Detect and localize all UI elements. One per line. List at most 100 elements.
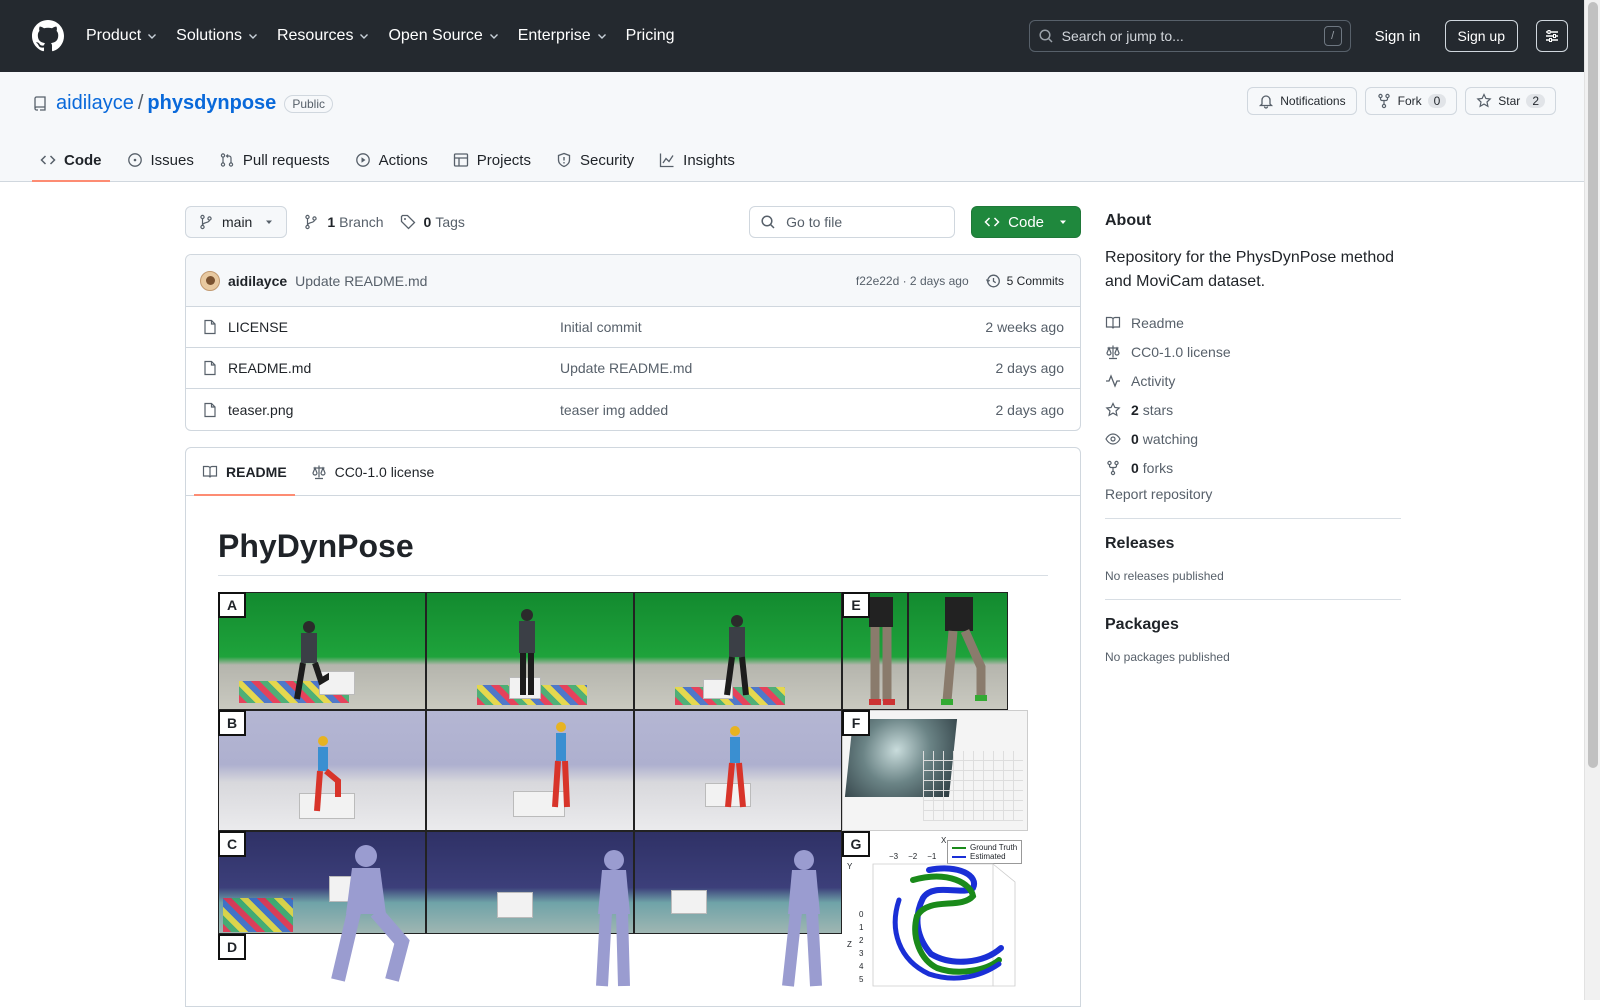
panel-label-g: G (842, 831, 870, 857)
nav-open-source[interactable]: Open Source (388, 27, 499, 45)
repo-name-link[interactable]: physdynpose (147, 92, 276, 115)
readme-body: PhyDynPose Ground Truth Estimated −3 −2 … (186, 496, 1080, 992)
file-commit-message[interactable]: Update README.md (560, 360, 692, 376)
activity-link[interactable]: Activity (1105, 366, 1401, 395)
person-figure (294, 621, 329, 700)
search-placeholder: Search or jump to... (1061, 28, 1184, 44)
avatar[interactable] (200, 270, 220, 291)
repo-header: aidilayce / physdynpose Public Notificat… (0, 72, 1584, 182)
tab-label: Insights (683, 151, 735, 169)
shield-icon (557, 152, 571, 168)
repo-owner-link[interactable]: aidilayce (56, 92, 134, 115)
file-commit-message[interactable]: teaser img added (560, 402, 668, 418)
license-link[interactable]: CC0-1.0 license (1105, 337, 1401, 366)
tab-label: Security (579, 151, 635, 169)
body-mesh-figure (596, 850, 630, 987)
tab-projects[interactable]: Projects (445, 138, 539, 182)
nav-product[interactable]: Product (86, 27, 158, 45)
sign-in-link[interactable]: Sign in (1375, 28, 1421, 45)
tab-insights[interactable]: Insights (651, 138, 743, 182)
tab-pull-requests[interactable]: Pull requests (211, 138, 338, 182)
watching-count: 0 (1131, 430, 1139, 447)
tab-security[interactable]: Security (548, 138, 642, 182)
body-mesh-figure (331, 845, 410, 982)
tab-readme[interactable]: README (194, 448, 295, 496)
tab-label: CC0-1.0 license (334, 463, 435, 480)
star-icon (1105, 401, 1121, 416)
global-nav: Product Solutions Resources Open Source … (86, 27, 693, 45)
readme-link[interactable]: Readme (1105, 308, 1401, 337)
forks-count: 0 (1131, 459, 1139, 476)
sign-up-button[interactable]: Sign up (1444, 20, 1518, 52)
table-icon (453, 153, 468, 167)
file-row: LICENSE Initial commit 2 weeks ago (186, 307, 1080, 348)
global-search-input[interactable]: Search or jump to... / (1028, 20, 1351, 52)
branch-select-button[interactable]: main (185, 206, 288, 238)
tag-label: Tags (435, 214, 465, 230)
star-button[interactable]: Star 2 (1465, 87, 1556, 115)
file-commit-message[interactable]: Initial commit (560, 319, 642, 335)
forks-link[interactable]: 0 forks (1105, 453, 1401, 482)
notifications-button[interactable]: Notifications (1247, 87, 1357, 115)
tab-label: Actions (378, 151, 428, 169)
file-icon (204, 319, 216, 335)
tab-code[interactable]: Code (32, 138, 110, 182)
packages-title[interactable]: Packages (1105, 616, 1401, 634)
notifications-label: Notifications (1280, 94, 1346, 108)
code-dropdown-button[interactable]: Code (971, 206, 1081, 238)
chevron-down-icon (489, 34, 498, 39)
fork-icon (1107, 460, 1119, 475)
stars-label: stars (1142, 401, 1174, 418)
tick-label: 3 (859, 949, 864, 958)
panel-label-d: D (218, 934, 246, 960)
tick-label: 2 (859, 936, 864, 945)
tab-license[interactable]: CC0-1.0 license (303, 448, 443, 495)
go-to-file-input[interactable]: Go to file (749, 206, 956, 238)
header-right: Search or jump to... / Sign in Sign up (1028, 20, 1568, 52)
branch-name: main (222, 214, 253, 230)
trajectory-plot (872, 863, 1016, 987)
commit-message-link[interactable]: Update README.md (295, 273, 427, 289)
fork-button[interactable]: Fork 0 (1364, 87, 1458, 115)
commits-history-link[interactable]: 5 Commits (985, 273, 1064, 289)
stars-count: 2 (1131, 401, 1139, 418)
branches-link[interactable]: 1 Branch (303, 214, 384, 230)
tab-actions[interactable]: Actions (347, 138, 436, 182)
law-icon (312, 465, 326, 479)
tab-issues[interactable]: Issues (119, 138, 202, 182)
nav-pricing[interactable]: Pricing (626, 27, 675, 45)
z-axis-label: Z (847, 940, 852, 949)
commit-hash-date[interactable]: f22e22d · 2 days ago (856, 274, 969, 288)
about-description: Repository for the PhysDynPose method an… (1105, 249, 1395, 290)
releases-title[interactable]: Releases (1105, 535, 1401, 553)
panel-label-f: F (842, 710, 870, 736)
panel-label-b: B (218, 710, 246, 736)
file-toolbar: main 1 Branch 0 Tags Go to file Code (185, 206, 1081, 238)
repo-tabs: Code Issues Pull requests Actions Projec… (32, 138, 752, 182)
watching-link[interactable]: 0 watching (1105, 424, 1401, 453)
menu-button[interactable] (1536, 20, 1568, 52)
code-icon (40, 155, 56, 165)
branch-icon (200, 214, 212, 230)
report-repository-link[interactable]: Report repository (1105, 486, 1401, 502)
tags-link[interactable]: 0 Tags (400, 214, 465, 230)
file-name-link[interactable]: LICENSE (228, 319, 560, 335)
page-scrollbar[interactable] (1584, 0, 1600, 1000)
scrollbar-thumb[interactable] (1588, 2, 1598, 768)
nav-solutions[interactable]: Solutions (176, 27, 259, 45)
nav-enterprise[interactable]: Enterprise (518, 27, 608, 45)
star-label: Star (1498, 94, 1521, 108)
github-logo-icon[interactable] (32, 20, 64, 52)
stars-link[interactable]: 2 stars (1105, 395, 1401, 424)
teaser-figure: Ground Truth Estimated −3 −2 −1 X Y 0 1 … (218, 592, 1028, 992)
readme-panel: README CC0-1.0 license PhyDynPose Ground… (185, 447, 1081, 1007)
nav-label: Pricing (625, 27, 675, 44)
legend-label: Ground Truth (970, 843, 1018, 852)
file-name-link[interactable]: README.md (228, 360, 560, 376)
file-name-link[interactable]: teaser.png (228, 402, 560, 418)
repo-actions: Notifications Fork 0 Star 2 (1239, 87, 1556, 115)
graph-icon (660, 153, 674, 168)
commit-author-link[interactable]: aidilayce (228, 273, 287, 289)
y-axis-label: Y (847, 862, 853, 871)
nav-resources[interactable]: Resources (277, 27, 370, 45)
